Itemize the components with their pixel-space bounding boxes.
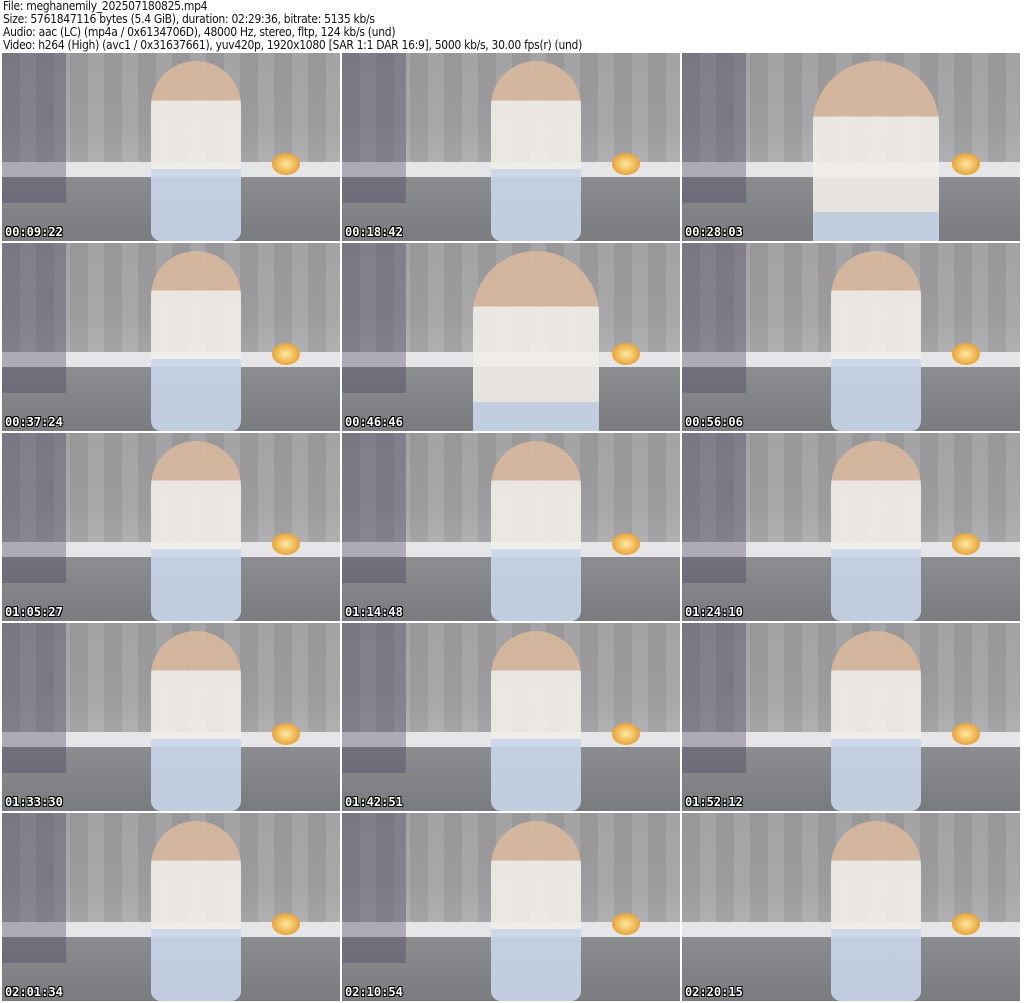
video-thumbnail: 01:52:12 [682, 623, 1020, 811]
lamp [952, 152, 981, 175]
thumbnail-timestamp: 00:46:46 [345, 415, 403, 429]
lamp [272, 532, 301, 555]
stream-overlay-panel [682, 243, 746, 393]
person-figure [150, 630, 241, 811]
stream-overlay-panel [2, 243, 66, 393]
person-figure [472, 250, 599, 431]
stream-overlay-panel [682, 53, 746, 203]
video-thumbnail: 00:18:42 [342, 53, 680, 241]
person-figure [830, 250, 921, 431]
stream-overlay-panel [682, 623, 746, 773]
lamp [612, 722, 641, 745]
thumbnail-timestamp: 00:37:24 [5, 415, 63, 429]
lamp [272, 722, 301, 745]
thumbnail-timestamp: 02:01:34 [5, 985, 63, 999]
person-figure [490, 820, 581, 1001]
thumbnail-timestamp: 00:09:22 [5, 225, 63, 239]
video-thumbnail: 02:20:15 [682, 813, 1020, 1001]
lamp [952, 532, 981, 555]
person-figure [150, 440, 241, 621]
stream-overlay-panel [342, 623, 406, 773]
video-thumbnail: 01:42:51 [342, 623, 680, 811]
stream-overlay-panel [342, 433, 406, 583]
video-thumbnail: 00:28:03 [682, 53, 1020, 241]
thumbnail-grid: 00:09:22 00:18:42 00:28:03 00:37:24 00:46:46… [2, 53, 1022, 1001]
stream-overlay-panel [342, 243, 406, 393]
person-figure [490, 630, 581, 811]
thumbnail-timestamp: 01:05:27 [5, 605, 63, 619]
thumbnail-timestamp: 00:18:42 [345, 225, 403, 239]
video-info: Video: h264 (High) (avc1 / 0x31637661), … [3, 38, 582, 52]
video-thumbnail: 00:56:06 [682, 243, 1020, 431]
video-thumbnail: 01:33:30 [2, 623, 340, 811]
person-figure [150, 820, 241, 1001]
lamp [612, 912, 641, 935]
lamp [612, 342, 641, 365]
stream-overlay-panel [2, 53, 66, 203]
file-info-header: File: meghanemily_202507180825.mp4 Size:… [3, 0, 582, 52]
person-figure [150, 60, 241, 241]
video-thumbnail: 00:37:24 [2, 243, 340, 431]
stream-overlay-panel [342, 53, 406, 203]
video-thumbnail: 02:01:34 [2, 813, 340, 1001]
thumbnail-timestamp: 00:56:06 [685, 415, 743, 429]
lamp [272, 342, 301, 365]
stream-overlay-panel [342, 813, 406, 963]
lamp [272, 152, 301, 175]
lamp [952, 342, 981, 365]
thumbnail-timestamp: 01:52:12 [685, 795, 743, 809]
lamp [612, 532, 641, 555]
video-thumbnail: 01:14:48 [342, 433, 680, 621]
stream-overlay-panel [682, 433, 746, 583]
person-figure [150, 250, 241, 431]
video-thumbnail: 00:09:22 [2, 53, 340, 241]
person-figure [490, 60, 581, 241]
person-figure [830, 630, 921, 811]
thumbnail-timestamp: 02:20:15 [685, 985, 743, 999]
stream-overlay-panel [2, 813, 66, 963]
thumbnail-timestamp: 00:28:03 [685, 225, 743, 239]
stream-overlay-panel [2, 433, 66, 583]
thumbnail-timestamp: 01:42:51 [345, 795, 403, 809]
video-thumbnail: 01:24:10 [682, 433, 1020, 621]
lamp [952, 912, 981, 935]
lamp [612, 152, 641, 175]
person-figure [490, 440, 581, 621]
person-figure [830, 820, 921, 1001]
thumbnail-timestamp: 01:33:30 [5, 795, 63, 809]
person-figure [812, 60, 939, 241]
video-thumbnail: 02:10:54 [342, 813, 680, 1001]
thumbnail-timestamp: 02:10:54 [345, 985, 403, 999]
video-thumbnail: 00:46:46 [342, 243, 680, 431]
lamp [272, 912, 301, 935]
lamp [952, 722, 981, 745]
video-thumbnail: 01:05:27 [2, 433, 340, 621]
thumbnail-timestamp: 01:14:48 [345, 605, 403, 619]
person-figure [830, 440, 921, 621]
stream-overlay-panel [2, 623, 66, 773]
thumbnail-timestamp: 01:24:10 [685, 605, 743, 619]
